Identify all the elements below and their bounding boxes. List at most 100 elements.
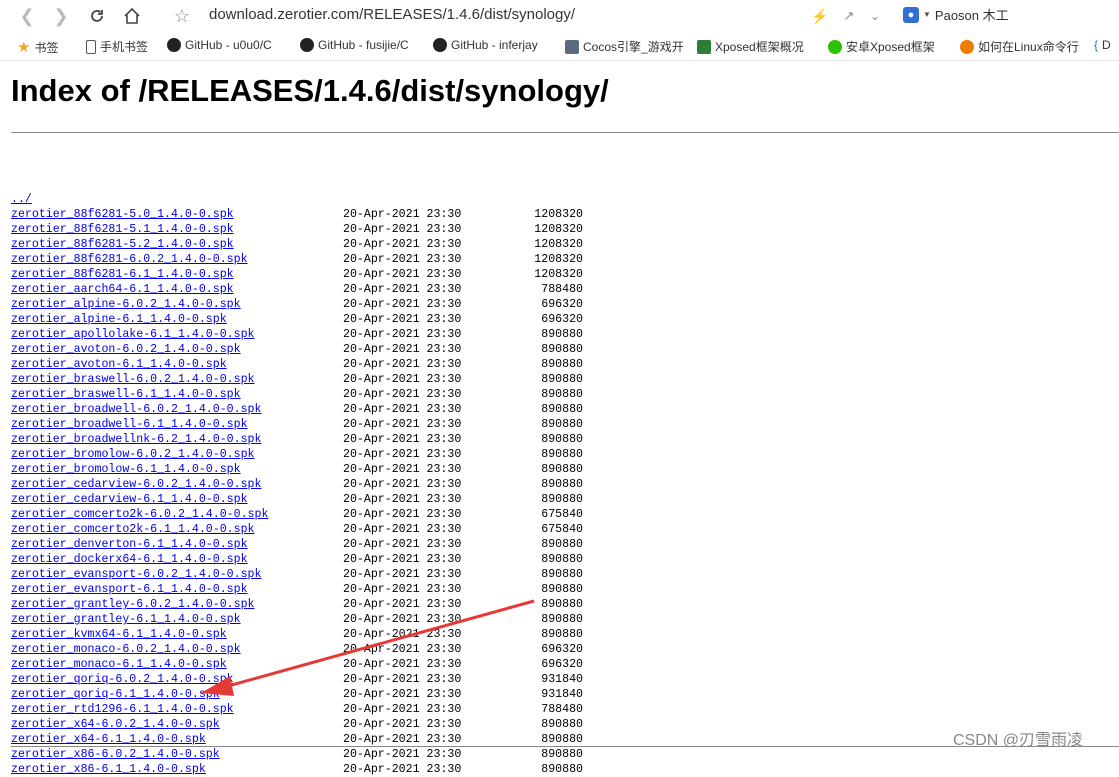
bookmark-item[interactable]: 如何在Linux命令行 [960,38,1082,55]
file-size: 890880 [541,418,583,431]
bookmark-item[interactable]: Cocos引擎_游戏开 [565,38,687,55]
file-link[interactable]: zerotier_broadwellnk-6.2_1.4.0-0.spk [11,432,261,447]
reload-icon[interactable] [84,3,110,29]
file-link[interactable]: zerotier_bromolow-6.1_1.4.0-0.spk [11,462,241,477]
file-row: zerotier_aarch64-6.1_1.4.0-0.spk 20-Apr-2… [11,282,583,297]
file-link[interactable]: zerotier_comcerto2k-6.1_1.4.0-0.spk [11,522,255,537]
file-link[interactable]: zerotier_apollolake-6.1_1.4.0-0.spk [11,327,255,342]
file-link[interactable]: zerotier_dockerx64-6.1_1.4.0-0.spk [11,552,248,567]
file-link[interactable]: zerotier_88f6281-5.0_1.4.0-0.spk [11,207,234,222]
file-link[interactable]: zerotier_avoton-6.0.2_1.4.0-0.spk [11,342,241,357]
file-link[interactable]: zerotier_88f6281-6.1_1.4.0-0.spk [11,267,234,282]
file-link[interactable]: zerotier_x86-6.0.2_1.4.0-0.spk [11,747,220,762]
file-row: zerotier_dockerx64-6.1_1.4.0-0.spk 20-Apr… [11,552,583,567]
file-size: 890880 [541,448,583,461]
file-size: 931840 [541,688,583,701]
file-link[interactable]: zerotier_alpine-6.1_1.4.0-0.spk [11,312,227,327]
browser-toolbar: ❮ ❯ ☆ download.zerotier.com/RELEASES/1.4… [0,0,1119,32]
share-icon[interactable]: ↗ [836,3,862,29]
file-row: zerotier_88f6281-5.0_1.4.0-0.spk 20-Apr-2… [11,207,583,222]
file-row: zerotier_comcerto2k-6.0.2_1.4.0-0.spk 20-… [11,507,583,522]
file-size: 890880 [541,538,583,551]
chevron-down-icon[interactable]: ⌄ [862,3,888,29]
bookmark-item[interactable]: ★ 书签 [17,38,58,56]
file-row: zerotier_cedarview-6.1_1.4.0-0.spk 20-Apr… [11,492,583,507]
file-link[interactable]: zerotier_braswell-6.1_1.4.0-0.spk [11,387,241,402]
file-row: zerotier_cedarview-6.0.2_1.4.0-0.spk 20-A… [11,477,583,492]
file-size: 890880 [541,568,583,581]
file-row: zerotier_monaco-6.0.2_1.4.0-0.spk 20-Apr-… [11,642,583,657]
file-link[interactable]: zerotier_rtd1296-6.1_1.4.0-0.spk [11,702,234,717]
file-link[interactable]: zerotier_alpine-6.0.2_1.4.0-0.spk [11,297,241,312]
file-link[interactable]: zerotier_avoton-6.1_1.4.0-0.spk [11,357,227,372]
file-date: 20-Apr-2021 23:30 [343,703,462,716]
lightning-icon[interactable]: ⚡ [807,3,833,29]
file-size: 890880 [541,328,583,341]
back-arrow-icon[interactable]: ❮ [14,3,40,29]
profile-button[interactable]: ● ▼ Paoson 木工 [903,5,1009,24]
file-size: 890880 [541,388,583,401]
file-size: 890880 [541,553,583,566]
file-link[interactable]: zerotier_evansport-6.0.2_1.4.0-0.spk [11,567,261,582]
file-date: 20-Apr-2021 23:30 [343,493,462,506]
file-date: 20-Apr-2021 23:30 [343,733,462,746]
star-bookmark-icon[interactable]: ☆ [169,3,195,29]
file-row: zerotier_rtd1296-6.1_1.4.0-0.spk 20-Apr-2… [11,702,583,717]
file-link[interactable]: zerotier_monaco-6.0.2_1.4.0-0.spk [11,642,241,657]
xposed-icon [697,39,711,54]
file-row: zerotier_bromolow-6.0.2_1.4.0-0.spk 20-Ap… [11,447,583,462]
file-row: zerotier_qoriq-6.0.2_1.4.0-0.spk 20-Apr-2… [11,672,583,687]
file-link[interactable]: zerotier_grantley-6.0.2_1.4.0-0.spk [11,597,255,612]
file-link[interactable]: zerotier_x86-6.1_1.4.0-0.spk [11,762,206,777]
file-link[interactable]: zerotier_88f6281-5.1_1.4.0-0.spk [11,222,234,237]
file-size: 890880 [541,763,583,776]
file-link[interactable]: zerotier_qoriq-6.0.2_1.4.0-0.spk [11,672,234,687]
file-link[interactable]: zerotier_broadwell-6.1_1.4.0-0.spk [11,417,248,432]
file-size: 1208320 [534,208,583,221]
file-link[interactable]: zerotier_broadwell-6.0.2_1.4.0-0.spk [11,402,261,417]
file-link[interactable]: zerotier_kvmx64-6.1_1.4.0-0.spk [11,627,227,642]
file-date: 20-Apr-2021 23:30 [343,448,462,461]
file-link[interactable]: zerotier_braswell-6.0.2_1.4.0-0.spk [11,372,255,387]
bookmark-item[interactable]: GitHub - u0u0/C [167,38,289,52]
home-icon[interactable] [119,3,145,29]
file-link[interactable]: zerotier_qoriq-6.1_1.4.0-0.spk [11,687,220,702]
file-date: 20-Apr-2021 23:30 [343,328,462,341]
file-link[interactable]: zerotier_monaco-6.1_1.4.0-0.spk [11,657,227,672]
file-link[interactable]: zerotier_cedarview-6.1_1.4.0-0.spk [11,492,248,507]
file-size: 890880 [541,598,583,611]
file-link[interactable]: zerotier_bromolow-6.0.2_1.4.0-0.spk [11,447,255,462]
bookmark-item[interactable]: 安卓Xposed框架 [828,38,948,55]
bookmark-item[interactable]: Xposed框架概况 [697,38,815,55]
forward-arrow-icon[interactable]: ❯ [48,3,74,29]
file-date: 20-Apr-2021 23:30 [343,523,462,536]
bookmark-item[interactable]: GitHub - fusijie/C [300,38,436,52]
parent-directory-link[interactable]: ../ [11,192,32,207]
file-row: zerotier_broadwell-6.0.2_1.4.0-0.spk 20-A… [11,402,583,417]
file-link[interactable]: zerotier_grantley-6.1_1.4.0-0.spk [11,612,241,627]
file-link[interactable]: zerotier_x64-6.1_1.4.0-0.spk [11,732,206,747]
file-link[interactable]: zerotier_cedarview-6.0.2_1.4.0-0.spk [11,477,261,492]
file-date: 20-Apr-2021 23:30 [343,253,462,266]
file-link[interactable]: zerotier_denverton-6.1_1.4.0-0.spk [11,537,248,552]
file-link[interactable]: zerotier_evansport-6.1_1.4.0-0.spk [11,582,248,597]
file-date: 20-Apr-2021 23:30 [343,223,462,236]
file-link[interactable]: zerotier_comcerto2k-6.0.2_1.4.0-0.spk [11,507,268,522]
file-link[interactable]: zerotier_88f6281-5.2_1.4.0-0.spk [11,237,234,252]
bookmark-item[interactable]: { D [1094,38,1119,52]
file-size: 890880 [541,478,583,491]
file-link[interactable]: zerotier_x64-6.0.2_1.4.0-0.spk [11,717,220,732]
address-bar[interactable]: download.zerotier.com/RELEASES/1.4.6/dis… [209,6,575,23]
file-size: 1208320 [534,223,583,236]
parent-row: ../ [11,177,39,206]
file-size: 890880 [541,463,583,476]
file-row: zerotier_braswell-6.1_1.4.0-0.spk 20-Apr-… [11,387,583,402]
file-size: 788480 [541,703,583,716]
bookmark-item[interactable]: 手机书签 [86,38,148,55]
file-link[interactable]: zerotier_aarch64-6.1_1.4.0-0.spk [11,282,234,297]
file-row: zerotier_broadwell-6.1_1.4.0-0.spk 20-Apr… [11,417,583,432]
bookmark-item[interactable]: GitHub - inferjay [433,38,555,52]
file-size: 890880 [541,613,583,626]
wechat-icon [828,39,842,54]
file-link[interactable]: zerotier_88f6281-6.0.2_1.4.0-0.spk [11,252,248,267]
